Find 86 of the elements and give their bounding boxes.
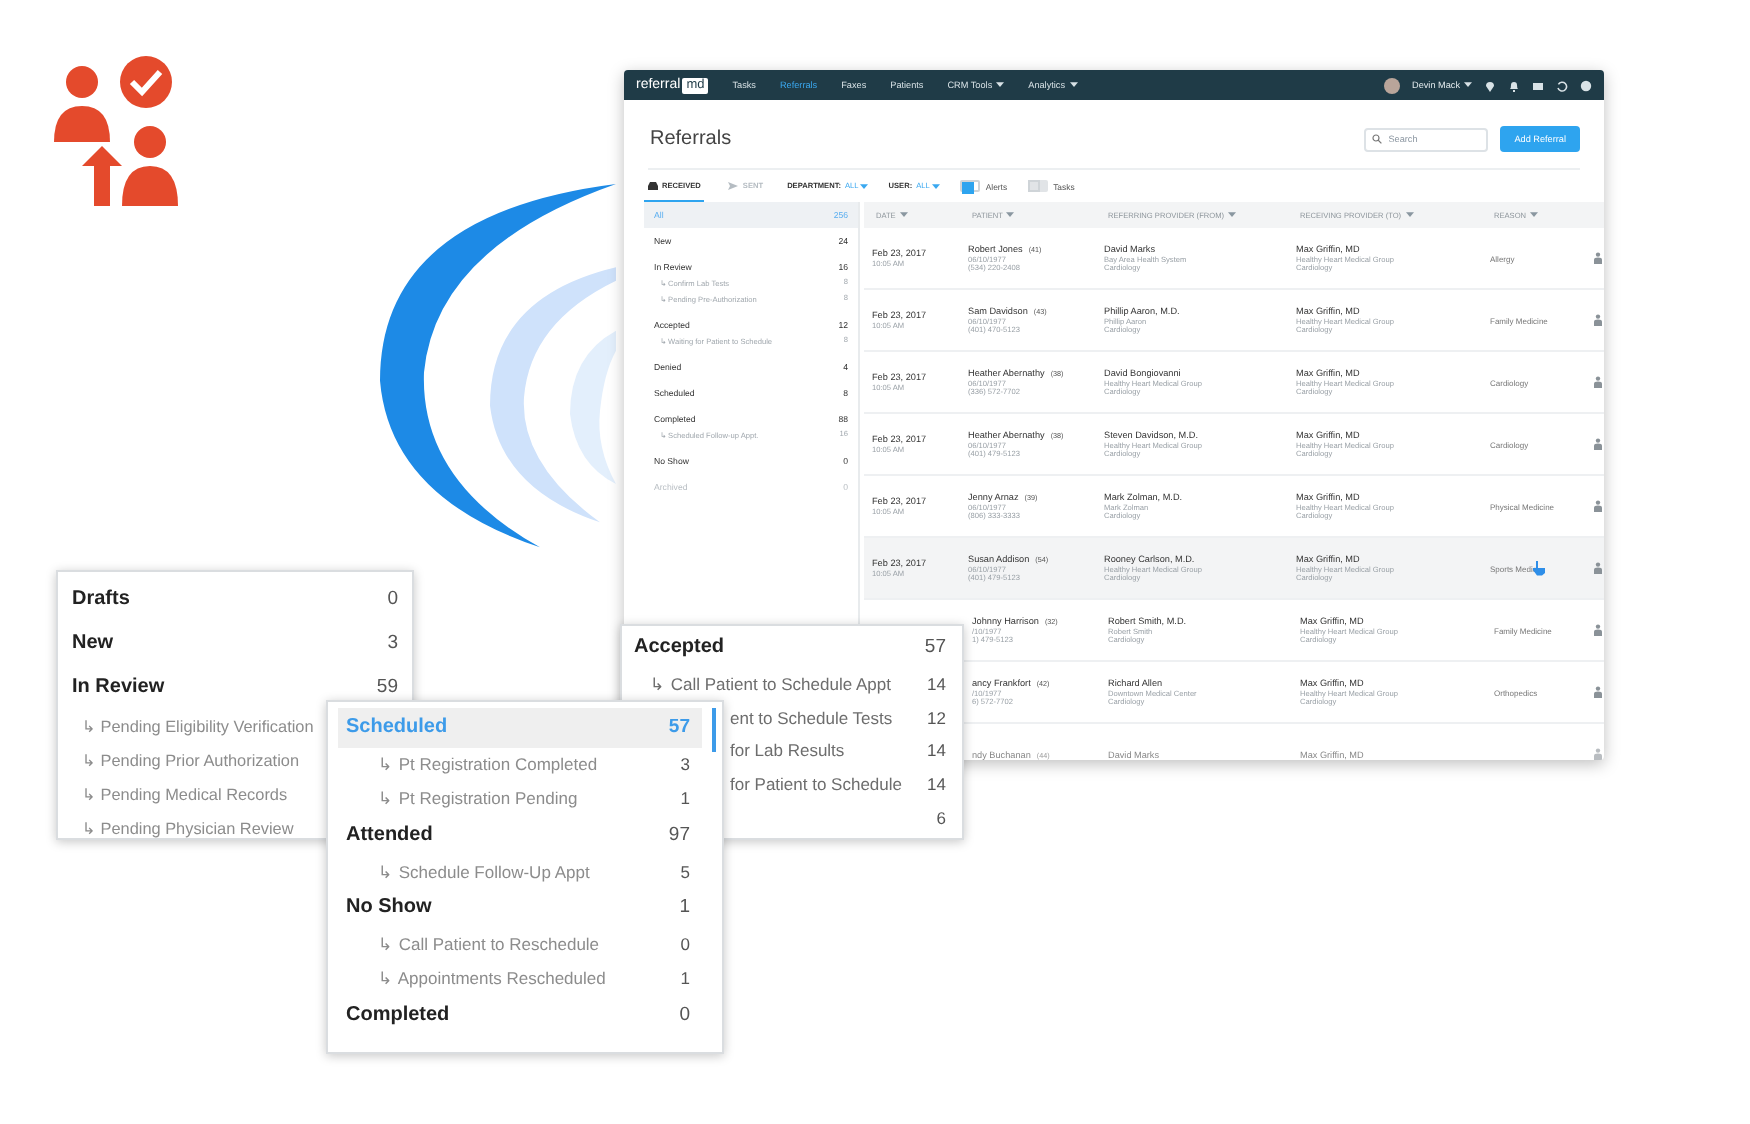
caret-icon xyxy=(1530,212,1539,218)
count-text: 1 xyxy=(680,788,690,808)
caret-icon xyxy=(1069,82,1078,88)
count-text: 57 xyxy=(924,636,946,659)
pin-icon[interactable] xyxy=(1484,79,1496,91)
person-icon[interactable] xyxy=(1594,624,1602,636)
count-text: 1 xyxy=(680,968,690,988)
count-text: 0 xyxy=(387,587,398,609)
count-text: 57 xyxy=(668,716,690,739)
substatus-row[interactable]: for Lab Results 14 xyxy=(726,734,946,768)
caret-icon xyxy=(899,212,908,218)
status-row[interactable]: Completed 0 xyxy=(338,995,702,1034)
status-label: for Lab Results xyxy=(730,740,845,761)
send-icon xyxy=(728,181,739,189)
status-label: Attended xyxy=(346,823,433,846)
caret-icon xyxy=(1464,82,1472,88)
status-label: No Show xyxy=(346,896,432,919)
caret-icon xyxy=(931,183,940,189)
status-row[interactable]: In Review 59 xyxy=(72,664,398,708)
count-text: 0 xyxy=(680,934,690,954)
toggle-switch[interactable] xyxy=(959,180,980,192)
status-label: ↳ Appointments Rescheduled xyxy=(378,968,606,988)
person-icon[interactable] xyxy=(1594,562,1602,574)
status-label: for Patient to Schedule xyxy=(730,774,903,795)
status-row[interactable]: Attended 97 xyxy=(338,815,702,854)
person-icon[interactable] xyxy=(1594,438,1602,450)
toggle-switch[interactable] xyxy=(1027,180,1048,192)
status-label: Scheduled xyxy=(346,716,448,739)
count-text: 3 xyxy=(680,754,690,774)
count-text: 5 xyxy=(680,861,690,881)
status-label: Drafts xyxy=(72,587,130,609)
status-row[interactable]: Drafts 0 xyxy=(72,576,398,620)
mail-icon[interactable] xyxy=(1532,79,1544,91)
caret-icon xyxy=(996,82,1005,88)
caret-icon xyxy=(1405,212,1414,218)
status-label: ↳ Pending Medical Records xyxy=(82,783,288,803)
status-label: ↳ Call Patient to Reschedule xyxy=(378,934,600,954)
substatus-row[interactable]: ↳ Pt Registration Pending 1 xyxy=(338,781,702,815)
substatus-row[interactable]: ↳ Schedule Follow-Up Appt 5 xyxy=(338,854,702,888)
count-text: 12 xyxy=(927,707,946,728)
status-label: Accepted xyxy=(634,636,725,659)
substatus-row[interactable]: ent to Schedule Tests 12 xyxy=(726,700,946,735)
inbox-icon xyxy=(648,181,658,189)
history-icon[interactable] xyxy=(1556,79,1568,91)
person-icon[interactable] xyxy=(1594,376,1602,388)
status-row[interactable]: New 3 xyxy=(72,620,398,664)
substatus-row[interactable]: for Patient to Schedule 14 xyxy=(726,767,946,802)
status-row[interactable]: No Show 1 xyxy=(338,888,702,927)
count-text: 1 xyxy=(679,896,690,919)
status-label: In Review xyxy=(72,675,165,697)
person-icon[interactable] xyxy=(1594,748,1602,760)
substatus-row[interactable]: ↳ Call Patient to Reschedule 0 xyxy=(338,927,702,961)
count-text: 14 xyxy=(927,774,946,795)
page-title: Referrals xyxy=(650,128,732,150)
caret-icon xyxy=(1006,212,1015,218)
status-label: ent to Schedule Tests xyxy=(730,707,893,728)
count-text: 3 xyxy=(387,631,398,653)
substatus-row[interactable]: 6 xyxy=(726,801,946,835)
bell-icon[interactable] xyxy=(1508,79,1520,91)
count-text: 59 xyxy=(376,675,398,697)
status-label: ↳ Schedule Follow-Up Appt xyxy=(378,861,590,881)
avatar[interactable] xyxy=(1384,77,1400,93)
substatus-row[interactable]: ↳ Appointments Rescheduled 1 xyxy=(338,961,702,995)
status-label: ↳ Pt Registration Pending xyxy=(378,788,578,808)
count-text: 97 xyxy=(668,823,690,846)
count-text: 0 xyxy=(679,1003,690,1026)
count-text: 14 xyxy=(927,740,946,761)
count-text: 14 xyxy=(927,673,946,694)
search-icon xyxy=(1372,134,1383,144)
substatus-row[interactable]: ↳ Pt Registration Completed 3 xyxy=(338,747,702,781)
person-icon[interactable] xyxy=(1594,252,1602,264)
person-icon[interactable] xyxy=(1594,500,1602,512)
caret-icon xyxy=(1228,212,1237,218)
status-row[interactable]: Accepted 57 xyxy=(634,628,946,667)
count-text: 6 xyxy=(936,808,946,829)
status-label: Completed xyxy=(346,1003,450,1026)
status-label: ↳ Pending Prior Authorization xyxy=(82,749,299,769)
caret-icon xyxy=(860,183,869,189)
person-icon[interactable] xyxy=(1594,314,1602,326)
person-icon[interactable] xyxy=(1594,686,1602,698)
status-label: ↳ Pending Eligibility Verification xyxy=(82,715,314,735)
status-label: ↳ Call Patient to Schedule Appt xyxy=(650,673,891,694)
status-label: New xyxy=(72,631,114,653)
status-label: ↳ Pending Physician Review xyxy=(82,817,294,837)
substatus-row[interactable]: ↳ Call Patient to Schedule Appt 14 xyxy=(634,667,946,701)
status-label: ↳ Pt Registration Completed xyxy=(378,754,598,774)
